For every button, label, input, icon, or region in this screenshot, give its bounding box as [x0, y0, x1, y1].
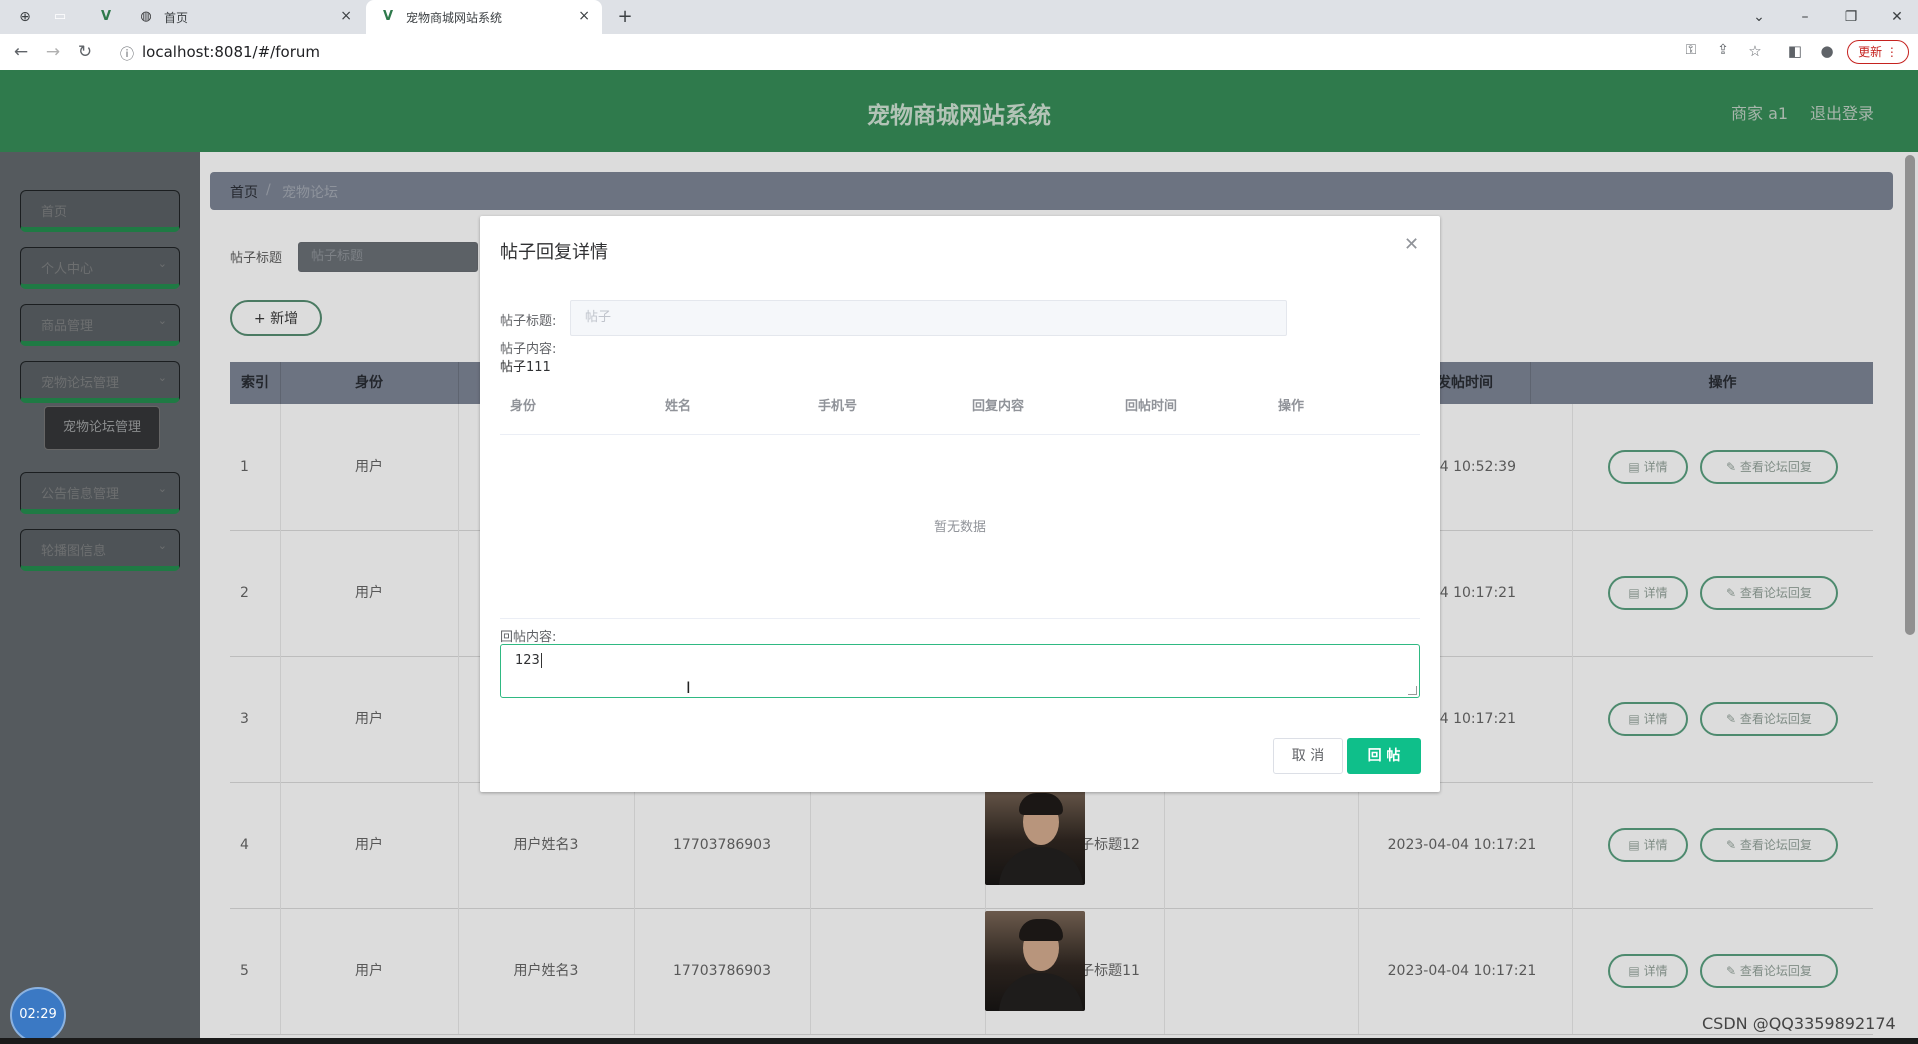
reply-detail-dialog: 帖子回复详情 ✕ 帖子标题: 帖子 帖子内容: 帖子111 身份 姓名 手机号 …: [480, 216, 1440, 792]
reply-table-body: 暂无数据: [500, 434, 1420, 619]
reply-column-actions[interactable]: 操作: [1278, 380, 1304, 434]
cancel-button[interactable]: 取 消: [1273, 738, 1343, 774]
blank-page-icon: ▭: [53, 9, 67, 24]
forward-icon[interactable]: →: [42, 42, 64, 62]
key-icon[interactable]: ⚿: [1680, 42, 1702, 58]
new-tab-icon[interactable]: +: [616, 8, 634, 26]
back-icon[interactable]: ←: [10, 42, 32, 62]
reply-column-name[interactable]: 姓名: [665, 380, 691, 434]
update-label: 更新: [1858, 45, 1883, 59]
browser-tab-blank[interactable]: ▭: [46, 0, 74, 34]
reply-content-label: 回帖内容:: [500, 630, 557, 645]
close-window-icon[interactable]: ✕: [1888, 8, 1906, 26]
site-info-icon[interactable]: ⓘ: [116, 44, 138, 64]
close-tab-icon[interactable]: ×: [340, 8, 352, 24]
browser-tab-vue[interactable]: V: [92, 0, 120, 34]
browser-tab-bar: ⊕ ▭ V ◍ 首页 × V 宠物商城网站系统 × + ⌄ – ❐ ✕: [0, 0, 1918, 34]
url-field[interactable]: localhost:8081/#/forum: [142, 43, 320, 61]
post-title-field: 帖子: [570, 300, 1287, 336]
post-title-label: 帖子标题:: [500, 314, 557, 329]
globe-icon: ◍: [140, 9, 152, 24]
dialog-title: 帖子回复详情: [500, 242, 608, 263]
reply-column-content[interactable]: 回复内容: [972, 380, 1024, 434]
vue-logo-icon: V: [382, 9, 394, 24]
reply-submit-button[interactable]: 回 帖: [1347, 738, 1421, 774]
bookmark-star-icon[interactable]: ☆: [1744, 42, 1766, 60]
address-bar: ← → ↻ ⓘ localhost:8081/#/forum ⚿ ⇪ ☆ ◧ ●…: [0, 34, 1918, 71]
minimize-icon[interactable]: –: [1796, 8, 1814, 26]
post-content-label: 帖子内容:: [500, 342, 557, 357]
profile-icon[interactable]: ●: [1816, 42, 1838, 60]
browser-tab-active[interactable]: V 宠物商城网站系统 ×: [366, 0, 602, 34]
empty-state-text: 暂无数据: [933, 520, 986, 535]
post-content-value: 帖子111: [500, 360, 551, 375]
share-icon[interactable]: ⇪: [1712, 42, 1734, 58]
resize-handle-icon[interactable]: [1408, 686, 1417, 695]
close-tab-icon[interactable]: ×: [578, 8, 590, 24]
reply-column-time[interactable]: 回帖时间: [1125, 380, 1177, 434]
reply-column-role[interactable]: 身份: [510, 380, 536, 434]
reload-icon[interactable]: ↻: [74, 42, 96, 62]
tab-title: 宠物商城网站系统: [406, 11, 503, 25]
reply-column-phone[interactable]: 手机号: [818, 380, 857, 434]
tab-search-icon[interactable]: ⌄: [1750, 8, 1768, 26]
restore-icon[interactable]: ❐: [1842, 8, 1860, 26]
reply-content-textarea[interactable]: 123: [500, 644, 1420, 698]
update-button[interactable]: 更新 ⋮: [1847, 40, 1909, 64]
vue-logo-icon: V: [100, 9, 112, 24]
close-icon[interactable]: ✕: [1404, 234, 1419, 255]
reply-content-value: 123: [515, 653, 540, 668]
browser-menu-icon[interactable]: ⊕: [16, 8, 34, 26]
mouse-ibeam-cursor-icon: I: [686, 678, 691, 697]
reply-table-header: 身份 姓名 手机号 回复内容 回帖时间 操作: [500, 380, 1420, 435]
tab-title: 首页: [164, 11, 189, 25]
browser-tab-home[interactable]: ◍ 首页 ×: [124, 0, 364, 34]
side-panel-icon[interactable]: ◧: [1784, 42, 1806, 60]
